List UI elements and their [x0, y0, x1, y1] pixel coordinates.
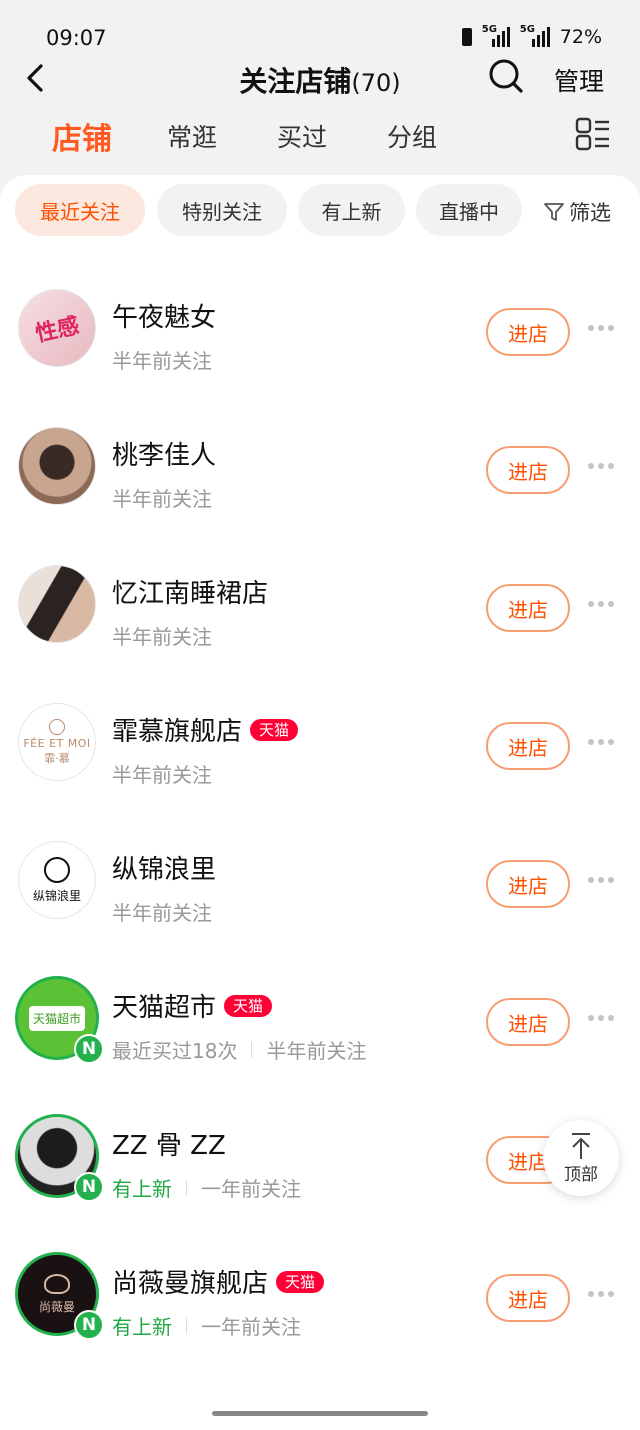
chip-live[interactable]: 直播中 — [416, 184, 522, 236]
shop-meta: 半年前关注 — [112, 349, 212, 373]
shop-row[interactable]: 桃李佳人 半年前关注 进店 — [0, 413, 640, 551]
home-indicator[interactable] — [212, 1411, 428, 1416]
shop-meta: 半年前关注 — [112, 763, 212, 787]
shop-list-panel: 最近关注 特别关注 有上新 直播中 筛选 性感 午夜魅女 半年前关注 进店 桃李… — [0, 175, 640, 1430]
shop-row[interactable]: 尚薇曼 N 尚薇曼旗舰店 天猫 有上新 一年前关注 进店 — [0, 1241, 640, 1379]
more-options-icon[interactable] — [588, 1015, 614, 1021]
shop-row[interactable]: FÉE ET MOI 霏·慕 霏慕旗舰店 天猫 半年前关注 进店 — [0, 689, 640, 827]
shop-name: ZZ 骨 ZZ — [112, 1131, 226, 1161]
shop-name: 纵锦浪里 — [112, 855, 217, 885]
tab-shops[interactable]: 店铺 — [52, 114, 112, 158]
tab-bought[interactable]: 买过 — [277, 118, 327, 154]
more-options-icon[interactable] — [588, 1291, 614, 1297]
logo-mark-icon — [49, 718, 65, 735]
shop-avatar: 性感 — [18, 289, 96, 367]
battery-text: 72% — [559, 26, 602, 48]
shop-row[interactable]: 天猫超市 N 天猫超市 天猫 最近买过18次 半年前关注 进店 — [0, 965, 640, 1103]
tmall-badge: 天猫 — [276, 1270, 325, 1293]
new-badge-icon: N — [74, 1034, 104, 1064]
enter-shop-button[interactable]: 进店 — [486, 722, 570, 770]
vibrate-icon — [461, 28, 472, 46]
list-view-icon — [575, 117, 609, 151]
enter-shop-button[interactable]: 进店 — [486, 998, 570, 1046]
logo-mark-icon — [44, 1273, 70, 1294]
more-options-icon[interactable] — [588, 601, 614, 607]
arrow-up-icon — [572, 1132, 590, 1159]
new-badge-icon: N — [74, 1310, 104, 1340]
follow-count: (70) — [351, 69, 401, 97]
shop-row[interactable]: N ZZ 骨 ZZ 有上新 一年前关注 进店 — [0, 1103, 640, 1241]
enter-shop-button[interactable]: 进店 — [486, 446, 570, 494]
shop-meta: 半年前关注 — [112, 625, 212, 649]
filter-button[interactable]: 筛选 — [543, 197, 611, 227]
search-button[interactable] — [488, 58, 524, 94]
logo-mark-icon — [44, 856, 70, 883]
chip-new[interactable]: 有上新 — [298, 184, 405, 236]
shop-row[interactable]: 忆江南睡裙店 半年前关注 进店 — [0, 551, 640, 689]
shop-meta: 最近买过18次 半年前关注 — [112, 1039, 367, 1063]
enter-shop-button[interactable]: 进店 — [486, 584, 570, 632]
status-bar: 09:07 5G 5G 72% — [0, 0, 640, 56]
shop-avatar: FÉE ET MOI 霏·慕 — [18, 703, 96, 781]
back-to-top-button[interactable]: 顶部 — [543, 1120, 619, 1196]
shop-row[interactable]: 纵锦浪里 纵锦浪里 半年前关注 进店 — [0, 827, 640, 965]
tmall-badge: 天猫 — [224, 994, 273, 1017]
layout-toggle-button[interactable] — [575, 116, 611, 152]
more-options-icon[interactable] — [588, 739, 614, 745]
chip-special[interactable]: 特别关注 — [157, 184, 287, 236]
enter-shop-button[interactable]: 进店 — [486, 308, 570, 356]
status-icons: 5G 5G 72% — [461, 24, 602, 48]
tmall-badge: 天猫 — [250, 718, 299, 741]
enter-shop-button[interactable]: 进店 — [486, 860, 570, 908]
manage-button[interactable]: 管理 — [554, 62, 604, 98]
shop-avatar — [18, 427, 96, 505]
enter-shop-button[interactable]: 进店 — [486, 1274, 570, 1322]
tab-groups[interactable]: 分组 — [387, 118, 437, 154]
funnel-icon — [544, 203, 564, 221]
shop-meta: 有上新 一年前关注 — [112, 1177, 301, 1201]
shop-row[interactable]: 性感 午夜魅女 半年前关注 进店 — [0, 275, 640, 413]
shop-name: 霏慕旗舰店 天猫 — [112, 711, 299, 748]
tab-frequent[interactable]: 常逛 — [167, 118, 217, 154]
shop-name: 忆江南睡裙店 — [112, 579, 269, 609]
search-icon — [489, 59, 523, 93]
shop-name: 尚薇曼旗舰店 天猫 — [112, 1263, 325, 1300]
shop-meta: 有上新 一年前关注 — [112, 1315, 301, 1339]
signal-icon: 5G — [482, 24, 510, 47]
page-title: 关注店铺(70) — [239, 65, 401, 98]
shop-avatar — [18, 565, 96, 643]
more-options-icon[interactable] — [588, 463, 614, 469]
signal-icon-2: 5G — [520, 24, 550, 47]
shop-meta: 半年前关注 — [112, 901, 212, 925]
more-options-icon[interactable] — [588, 877, 614, 883]
more-options-icon[interactable] — [588, 325, 614, 331]
shop-avatar: 纵锦浪里 — [18, 841, 96, 919]
shop-name: 天猫超市 天猫 — [112, 987, 273, 1024]
header: 关注店铺(70) 管理 — [0, 56, 640, 104]
tab-bar: 店铺 常逛 买过 分组 — [0, 112, 640, 162]
new-badge-icon: N — [74, 1172, 104, 1202]
status-time: 09:07 — [46, 26, 107, 50]
shop-name: 桃李佳人 — [112, 441, 217, 471]
chip-recent[interactable]: 最近关注 — [15, 184, 145, 236]
shop-name: 午夜魅女 — [112, 303, 217, 333]
shop-meta: 半年前关注 — [112, 487, 212, 511]
